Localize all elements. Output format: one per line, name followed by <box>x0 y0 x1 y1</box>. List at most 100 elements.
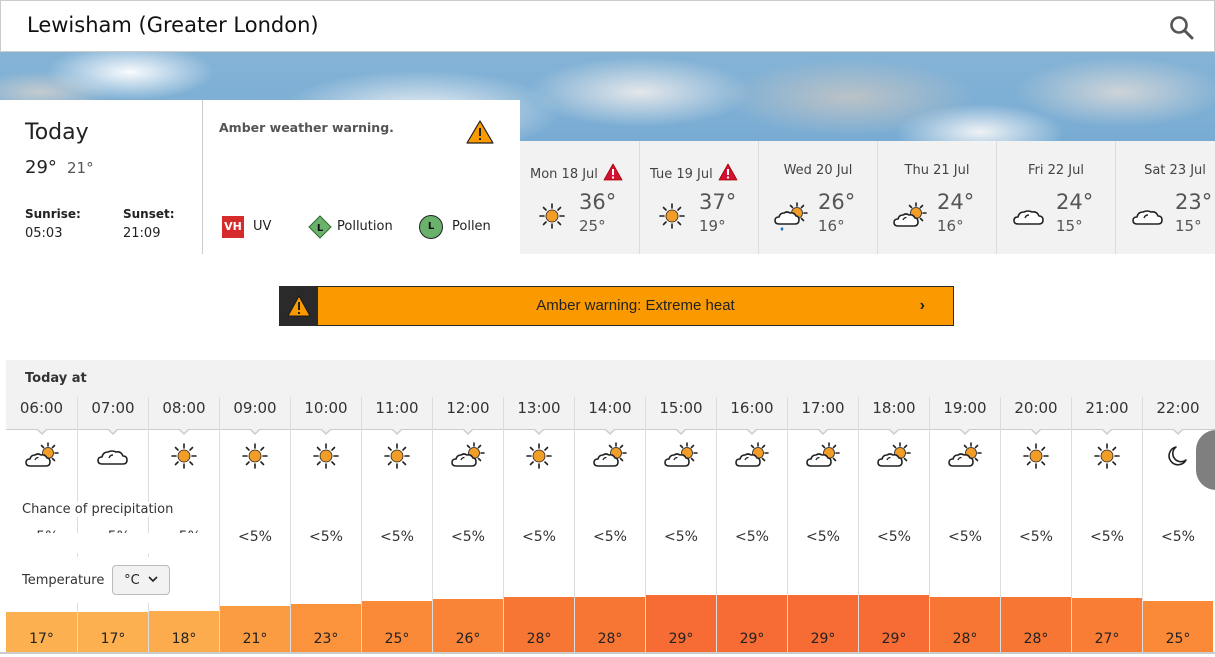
divider <box>0 652 1215 654</box>
sunny-icon <box>521 441 557 471</box>
hour-column[interactable]: 20:00 <5% 28° <box>1000 397 1071 652</box>
precipitation-chance: <5% <box>1161 529 1195 545</box>
sunny-intervals-icon <box>892 201 927 231</box>
hour-column[interactable]: 18:00 <5% 29° <box>858 397 929 652</box>
hour-pointer <box>108 429 118 435</box>
day-low-temp: 16° <box>818 217 845 235</box>
sunny-icon <box>379 441 415 471</box>
search-icon[interactable] <box>1169 15 1195 41</box>
hour-column[interactable]: 10:00 <5% 23° <box>290 397 361 652</box>
day-tab[interactable]: Thu 21 Jul 24° 16° <box>877 141 996 254</box>
hour-pointer <box>392 429 402 435</box>
hour-pointer <box>889 429 899 435</box>
hour-temp: 21° <box>242 631 268 647</box>
hour-time: 18:00 <box>872 399 916 417</box>
temperature-unit-select[interactable]: °C <box>112 565 170 595</box>
hour-temp: 29° <box>810 631 836 647</box>
cloudy-icon <box>1011 201 1044 231</box>
hour-column[interactable]: 09:00 <5% 21° <box>219 397 290 652</box>
hour-column[interactable]: 12:00 <5% 26° <box>432 397 503 652</box>
hour-column[interactable]: 15:00 <5% 29° <box>645 397 716 652</box>
today-low-temp: 21° <box>67 159 94 177</box>
hour-column[interactable]: 08:00<5%18° <box>148 397 219 652</box>
precipitation-chance: <5% <box>380 529 414 545</box>
hour-pointer <box>463 429 473 435</box>
red-warning-icon <box>603 163 623 185</box>
day-name: Thu 21 Jul <box>904 163 970 178</box>
hour-pointer <box>747 429 757 435</box>
today-overview: Today 29° 21° Sunrise: 05:03 Sunset: 21:… <box>0 100 203 254</box>
hour-temp: 25° <box>384 631 410 647</box>
hour-time: 09:00 <box>233 399 277 417</box>
today-label: Today <box>25 120 89 145</box>
hour-time: 07:00 <box>91 399 135 417</box>
day-tab[interactable]: Sat 23 Jul 23° 15° <box>1115 141 1215 254</box>
sunny-icon <box>534 201 566 231</box>
temperature-label: Temperature <box>22 573 105 588</box>
sunny-intervals-icon <box>663 441 699 471</box>
sunny-intervals-icon <box>450 441 486 471</box>
precipitation-chance: <5% <box>806 529 840 545</box>
hour-column[interactable]: 16:00 <5% 29° <box>716 397 787 652</box>
hour-pointer <box>36 429 47 435</box>
amber-warning-banner[interactable]: Amber warning: Extreme heat › <box>279 286 954 326</box>
clear-night-icon <box>1160 441 1196 471</box>
hour-column[interactable]: 06:00<5%17° <box>6 397 77 652</box>
hour-temp: 26° <box>455 631 481 647</box>
location-header: Lewisham (Greater London) <box>0 0 1215 52</box>
hour-column[interactable]: 19:00 <5% 28° <box>929 397 1000 652</box>
day-name: Sat 23 Jul <box>1144 163 1206 178</box>
uv-badge: VH <box>222 216 244 238</box>
hourly-forecast: Today at 06:00<5%17°07:00<5%17°08:00<5%1… <box>6 360 1215 652</box>
precipitation-chance: <5% <box>238 529 272 545</box>
hour-column[interactable]: 17:00 <5% 29° <box>787 397 858 652</box>
hour-column[interactable]: 21:00 <5% 27° <box>1071 397 1142 652</box>
hour-column[interactable]: 07:00<5%17° <box>77 397 148 652</box>
warning-icon <box>280 287 318 325</box>
hour-temp: 17° <box>100 631 126 647</box>
hour-time: 22:00 <box>1156 399 1200 417</box>
scroll-right-button[interactable] <box>1196 430 1215 490</box>
hour-pointer <box>676 429 686 435</box>
hour-temp: 18° <box>171 631 197 647</box>
day-tab[interactable]: Wed 20 Jul 26° 16° <box>758 141 877 254</box>
hour-temp: 28° <box>952 631 978 647</box>
hour-pointer <box>321 429 331 435</box>
pollution-badge: L <box>308 215 332 239</box>
hour-pointer <box>1173 429 1183 435</box>
hour-temp: 29° <box>739 631 765 647</box>
hour-temp: 23° <box>313 631 339 647</box>
hour-column[interactable]: 11:00 <5% 25° <box>361 397 432 652</box>
hourly-header-bar: Today at <box>6 360 1215 397</box>
hour-temp: 28° <box>526 631 552 647</box>
amber-warning-icon <box>466 120 494 148</box>
chevron-down-icon <box>148 566 158 594</box>
hour-time: 15:00 <box>659 399 703 417</box>
chevron-right-icon: › <box>919 297 925 314</box>
day-name: Tue 19 Jul <box>650 163 758 185</box>
hour-time: 20:00 <box>1014 399 1058 417</box>
hour-column[interactable]: 14:00 <5% 28° <box>574 397 645 652</box>
precipitation-chance: <5% <box>451 529 485 545</box>
hour-pointer <box>818 429 828 435</box>
today-summary-card[interactable]: Today 29° 21° Sunrise: 05:03 Sunset: 21:… <box>0 100 520 254</box>
day-tab[interactable]: Tue 19 Jul 37° 19° <box>639 141 758 254</box>
hour-time: 14:00 <box>588 399 632 417</box>
day-low-temp: 25° <box>579 217 606 235</box>
hour-time: 21:00 <box>1085 399 1129 417</box>
hour-time: 17:00 <box>801 399 845 417</box>
precipitation-chance: <5% <box>1019 529 1053 545</box>
precipitation-chance: <5% <box>948 529 982 545</box>
precipitation-chance: <5% <box>735 529 769 545</box>
day-tab[interactable]: Fri 22 Jul 24° 15° <box>996 141 1115 254</box>
hour-column[interactable]: 13:00 <5% 28° <box>503 397 574 652</box>
day-name: Fri 22 Jul <box>1028 163 1084 178</box>
hour-pointer <box>605 429 615 435</box>
day-tab[interactable]: Mon 18 Jul 36° 25° <box>520 141 639 254</box>
precipitation-chance: <5% <box>593 529 627 545</box>
hour-time: 11:00 <box>375 399 419 417</box>
uv-label: UV <box>253 219 272 234</box>
hour-temp: 17° <box>29 631 54 647</box>
hour-time: 06:00 <box>19 399 64 417</box>
unit-value: °C <box>124 573 140 588</box>
